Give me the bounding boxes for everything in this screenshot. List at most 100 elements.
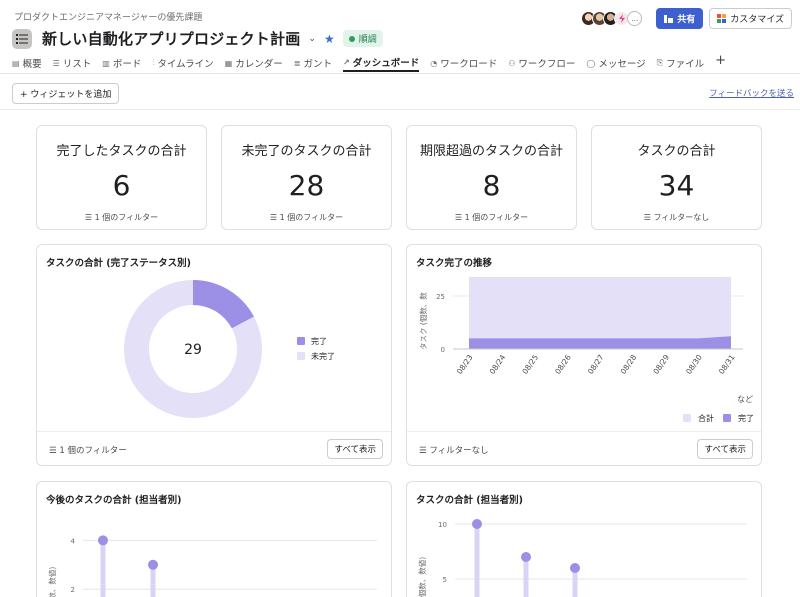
stat-filter[interactable]: ☰ 1 個のフィルター [407,212,576,223]
card-footer: ☰ フィルターなし すべて表示 [407,431,761,465]
lollipop-point [98,535,108,546]
legend-swatch [723,414,731,422]
tasks-by-assignee-chart[interactable]: 5 10 ク (個数、数値) [407,482,762,597]
star-icon[interactable]: ★ [324,32,335,46]
lollipop-point [472,519,482,529]
y-tick-label: 4 [71,537,76,545]
tab-label: ファイル [666,59,705,70]
stat-label: 完了したタスクの合計 [56,144,187,159]
tab-workload[interactable]: ◔ ワークロード [430,54,497,72]
stat-label: 期限超過のタスクの合計 [419,144,563,159]
tab-dashboard[interactable]: ↗ ダッシュボード [342,54,420,72]
upcoming-tasks-chart-card: 今後のタスクの合計 (担当者別) 2 4 (個数、数値) [36,481,392,597]
tab-label: カレンダー [235,59,283,70]
donut-chart-card: タスクの合計 (完了ステータス別) 29 完了 未完了 ☰ 1 個のフィルター すべ… [36,244,392,466]
more-label: など [737,395,753,404]
card-footer: ☰ 1 個のフィルター すべて表示 [37,431,391,465]
title-row: 新しい自動化アプリプロジェクト計画 ⌄ ★ 順調 [12,28,383,49]
project-list-icon[interactable] [12,28,32,49]
stat-filter[interactable]: ☰ 1 個のフィルター [37,212,206,223]
y-tick-label: 25 [436,293,445,301]
lollipop-point [570,563,580,573]
y-tick-label: 2 [71,586,75,594]
board-icon: ▥ [102,58,110,68]
tab-label: ボード [112,59,142,70]
tab-label: 概要 [22,59,42,70]
stat-card-overdue[interactable]: 期限超過のタスクの合計 8 ☰ 1 個のフィルター [406,125,577,230]
stat-value: 28 [288,169,325,202]
lollipop-stem [523,557,529,597]
tab-board[interactable]: ▥ ボード [102,54,141,72]
stat-filter[interactable]: ☰ 1 個のフィルター [222,212,391,223]
filter-icon: ☰ [454,213,465,222]
tab-label: タイムライン [157,59,214,70]
y-axis-label: ク (個数、数値) [417,557,427,597]
x-tick-label: 08/23 [455,353,475,376]
area-series-total [469,277,731,349]
tab-file[interactable]: ⎘ ファイル [657,54,704,72]
overview-icon: ▤ [12,58,20,68]
customize-icon [717,14,727,23]
status-dot-icon [348,35,355,42]
member-avatars[interactable]: … [581,11,643,26]
workload-icon: ◔ [430,58,438,68]
stat-filter[interactable]: ☰ フィルターなし [592,212,761,223]
x-tick-label: 08/27 [586,353,606,376]
y-tick-label: 5 [443,576,447,584]
x-tick-label: 08/24 [488,353,508,376]
stat-card-completed[interactable]: 完了したタスクの合計 6 ☰ 1 個のフィルター [36,125,207,230]
x-tick-label: 08/28 [619,353,639,376]
add-widget-button[interactable]: + ウィジェットを追加 [12,83,120,104]
stat-value: 34 [658,169,695,202]
tab-message[interactable]: ◯ メッセージ [586,54,645,72]
share-icon [664,14,674,23]
share-button[interactable]: 共有 [656,8,704,29]
legend-label: 合計 [698,413,714,423]
gantt-icon: ≣ [293,58,301,68]
filter-icon: ☰ [49,446,60,456]
stat-card-total[interactable]: タスクの合計 34 ☰ フィルターなし [591,125,762,230]
x-tick-label: 08/26 [553,353,573,376]
view-all-button[interactable]: すべて表示 [697,439,753,459]
tab-timeline[interactable]: ⫶ タイムライン [152,54,213,72]
tab-list[interactable]: ☰ リスト [53,54,92,72]
stat-label: タスクの合計 [637,144,716,159]
tab-gantt[interactable]: ≣ ガント [294,54,332,72]
x-tick-label: 08/30 [684,353,704,376]
file-icon: ⎘ [656,58,664,67]
feedback-link[interactable]: フィードバックを送る [709,87,794,99]
area-chart-card: タスク完了の推移 0 25 タスク (個数、数 08/23 08/24 08/25 08/2… [406,244,762,466]
footer-filter[interactable]: ☰ 1 個のフィルター [49,444,127,456]
lollipop-stem [474,524,480,597]
customize-button[interactable]: カスタマイズ [709,8,792,29]
upcoming-tasks-chart[interactable]: 2 4 (個数、数値) [37,482,392,597]
donut-center-label: 29 [184,342,202,358]
donut-chart[interactable]: 29 完了未完了 [37,245,392,433]
legend-label: 完了 [311,336,327,346]
y-tick-label: 0 [441,346,445,354]
add-tab-icon[interactable]: + [715,54,726,72]
filter-icon: ☰ [643,213,654,222]
legend-swatch [297,352,305,360]
filter-icon: ☰ [269,213,280,222]
breadcrumb[interactable]: プロダクトエンジニアマネージャーの優先課題 [14,10,202,23]
tab-label: ガント [303,59,332,70]
view-all-button[interactable]: すべて表示 [327,439,383,459]
share-label: 共有 [677,15,696,25]
customize-label: カスタマイズ [730,15,784,25]
status-badge[interactable]: 順調 [342,30,383,47]
stat-card-incomplete[interactable]: 未完了のタスクの合計 28 ☰ 1 個のフィルター [221,125,392,230]
lollipop-stem [100,540,106,597]
dashboard-icon: ↗ [342,57,350,67]
tab-workflow[interactable]: ⚇ ワークフロー [508,54,575,72]
y-axis-label: (個数、数値) [47,567,57,597]
lollipop-point [148,559,158,570]
footer-filter[interactable]: ☰ フィルターなし [419,444,489,456]
chevron-down-icon[interactable]: ⌄ [308,34,316,44]
legend-label: 未完了 [311,351,335,361]
tab-calendar[interactable]: ▦ カレンダー [225,54,283,72]
more-members-icon[interactable]: … [627,11,643,26]
area-chart[interactable]: 0 25 タスク (個数、数 08/23 08/24 08/25 08/26 08/27 08/… [407,245,762,433]
tab-label: ダッシュボード [352,58,420,69]
tab-overview[interactable]: ▤ 概要 [12,54,42,72]
